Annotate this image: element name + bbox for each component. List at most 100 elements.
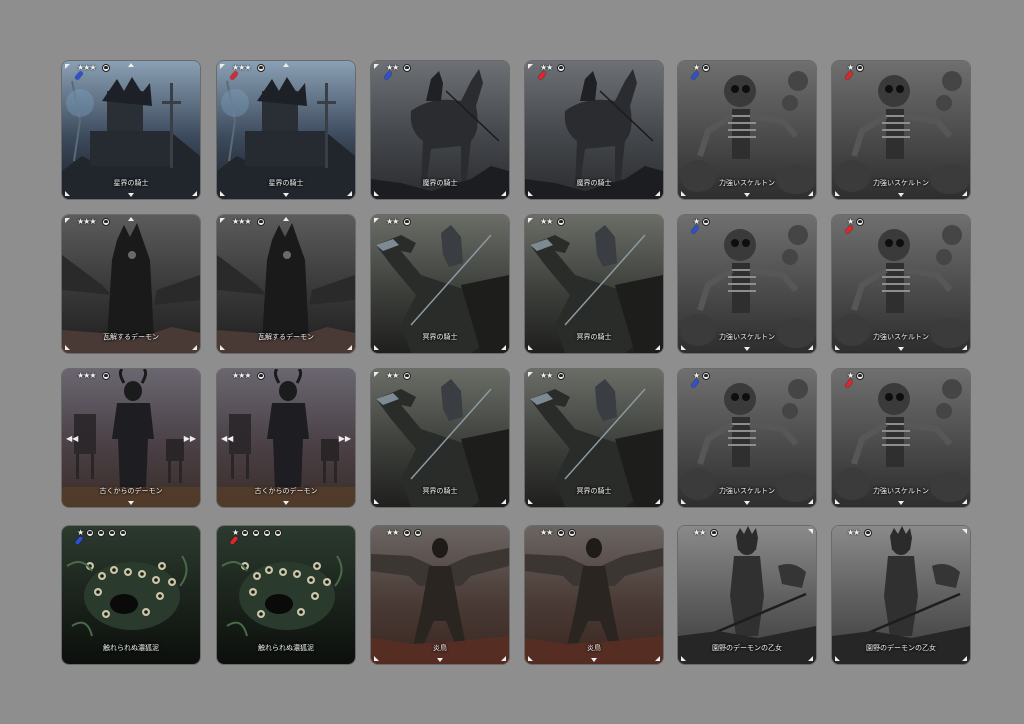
direction-arrow-icon xyxy=(374,191,379,196)
rank-stars: ★★ xyxy=(386,217,399,226)
card-name: 力強いスケルトン xyxy=(873,487,929,495)
direction-arrow-icon xyxy=(808,656,813,661)
card[interactable]: ★★★ 星界の騎士 xyxy=(62,61,200,199)
card[interactable]: ★★★ ◀◀ ▶▶ 古くからのデーモン xyxy=(217,369,355,507)
direction-arrow-icon xyxy=(528,64,533,69)
direction-arrow-icon xyxy=(283,501,289,505)
skull-icon xyxy=(557,218,565,226)
direction-arrow-icon xyxy=(501,191,506,196)
card[interactable]: ★★ 炎鳥 xyxy=(525,526,663,664)
card[interactable]: ★★ 冥界の騎士 xyxy=(371,215,509,353)
direction-arrow-icon xyxy=(283,193,289,197)
card[interactable]: ★ 触れられぬ濃狐泥 xyxy=(217,526,355,664)
direction-arrow-icon xyxy=(655,191,660,196)
card[interactable]: ★ 力強いスケルトン xyxy=(678,61,816,199)
direction-arrow-icon xyxy=(220,345,225,350)
card-name: 瓦解するデーモン xyxy=(103,333,159,341)
direction-arrow-icon xyxy=(65,191,70,196)
direction-arrow-icon xyxy=(65,64,70,69)
skull-icon xyxy=(856,218,864,226)
skull-icon xyxy=(403,372,411,380)
skull-icon xyxy=(702,64,710,72)
card-name: 冥界の騎士 xyxy=(422,487,458,495)
card-name: 園野のデーモンの乙女 xyxy=(712,644,782,652)
card-name: 古くからのデーモン xyxy=(99,487,163,495)
card-name: 古くからのデーモン xyxy=(254,487,318,495)
card[interactable]: ★★ 園野のデーモンの乙女 xyxy=(832,526,970,664)
skull-icon xyxy=(102,64,110,72)
card[interactable]: ★ 力強いスケルトン xyxy=(832,215,970,353)
direction-arrow-icon xyxy=(655,499,660,504)
direction-arrow-icon xyxy=(347,191,352,196)
rank-stars: ★★★ xyxy=(232,217,251,226)
card[interactable]: ★★ 魔界の騎士 xyxy=(525,61,663,199)
direction-arrow-icon xyxy=(374,656,379,661)
direction-arrow-icon xyxy=(501,345,506,350)
skull-icon xyxy=(557,529,565,537)
direction-arrow-icon xyxy=(528,345,533,350)
direction-arrow-icon xyxy=(220,191,225,196)
direction-arrow-icon xyxy=(65,218,70,223)
card[interactable]: ★ 力強いスケルトン xyxy=(678,369,816,507)
direction-arrow-icon: ▶▶ xyxy=(338,434,351,443)
card[interactable]: ★★ 魔界の騎士 xyxy=(371,61,509,199)
skull-icon xyxy=(856,372,864,380)
card-name: 冥界の騎士 xyxy=(422,333,458,341)
card[interactable]: ★★ 炎鳥 xyxy=(371,526,509,664)
rank-stars: ★★ xyxy=(386,371,399,380)
skull-icon xyxy=(557,372,565,380)
skull-icon xyxy=(257,218,265,226)
card[interactable]: ★★★ 星界の騎士 xyxy=(217,61,355,199)
card-name: 力強いスケルトン xyxy=(719,179,775,187)
direction-arrow-icon xyxy=(128,193,134,197)
card[interactable]: ★★★ ◀◀ ▶▶ 古くからのデーモン xyxy=(62,369,200,507)
direction-arrow-icon xyxy=(744,193,750,197)
skull-icon xyxy=(414,529,422,537)
rank-stars: ★★★ xyxy=(232,371,251,380)
card-name: 力強いスケルトン xyxy=(719,333,775,341)
card-name: 触れられぬ濃狐泥 xyxy=(103,644,159,652)
card[interactable]: ★★ 冥界の騎士 xyxy=(525,215,663,353)
rank-stars: ★★ xyxy=(693,528,706,537)
direction-arrow-icon xyxy=(347,345,352,350)
card[interactable]: ★★ 冥界の騎士 xyxy=(371,369,509,507)
card[interactable]: ★★★ 瓦解するデーモン xyxy=(217,215,355,353)
skull-icon xyxy=(864,529,872,537)
card[interactable]: ★★★ 瓦解するデーモン xyxy=(62,215,200,353)
direction-arrow-icon xyxy=(528,372,533,377)
card[interactable]: ★ 力強いスケルトン xyxy=(832,369,970,507)
direction-arrow-icon xyxy=(962,656,967,661)
direction-arrow-icon xyxy=(283,63,289,67)
direction-arrow-icon xyxy=(528,191,533,196)
direction-arrow-icon xyxy=(744,347,750,351)
direction-arrow-icon xyxy=(962,345,967,350)
skull-icon xyxy=(710,529,718,537)
card[interactable]: ★★ 冥界の騎士 xyxy=(525,369,663,507)
skull-icon xyxy=(119,529,127,537)
card[interactable]: ★ 力強いスケルトン xyxy=(678,215,816,353)
skull-icon xyxy=(102,218,110,226)
skull-icon xyxy=(241,529,249,537)
card[interactable]: ★★ 園野のデーモンの乙女 xyxy=(678,526,816,664)
direction-arrow-icon xyxy=(835,656,840,661)
skull-icon xyxy=(108,529,116,537)
direction-arrow-icon xyxy=(681,656,686,661)
direction-arrow-icon xyxy=(128,63,134,67)
card[interactable]: ★ 力強いスケルトン xyxy=(832,61,970,199)
rank-stars: ★★ xyxy=(540,528,553,537)
direction-arrow-icon: ◀◀ xyxy=(221,434,234,443)
direction-arrow-icon xyxy=(835,345,840,350)
skull-icon xyxy=(86,529,94,537)
direction-arrow-icon xyxy=(528,218,533,223)
card-name: 瓦解するデーモン xyxy=(258,333,314,341)
direction-arrow-icon xyxy=(192,191,197,196)
rank-stars: ★★ xyxy=(540,217,553,226)
direction-arrow-icon: ◀◀ xyxy=(66,434,79,443)
card-name: 園野のデーモンの乙女 xyxy=(866,644,936,652)
skull-icon xyxy=(97,529,105,537)
direction-arrow-icon xyxy=(220,218,225,223)
rank-stars: ★★★ xyxy=(77,371,96,380)
card[interactable]: ★ 触れられぬ濃狐泥 xyxy=(62,526,200,664)
direction-arrow-icon xyxy=(192,345,197,350)
skull-icon xyxy=(702,372,710,380)
